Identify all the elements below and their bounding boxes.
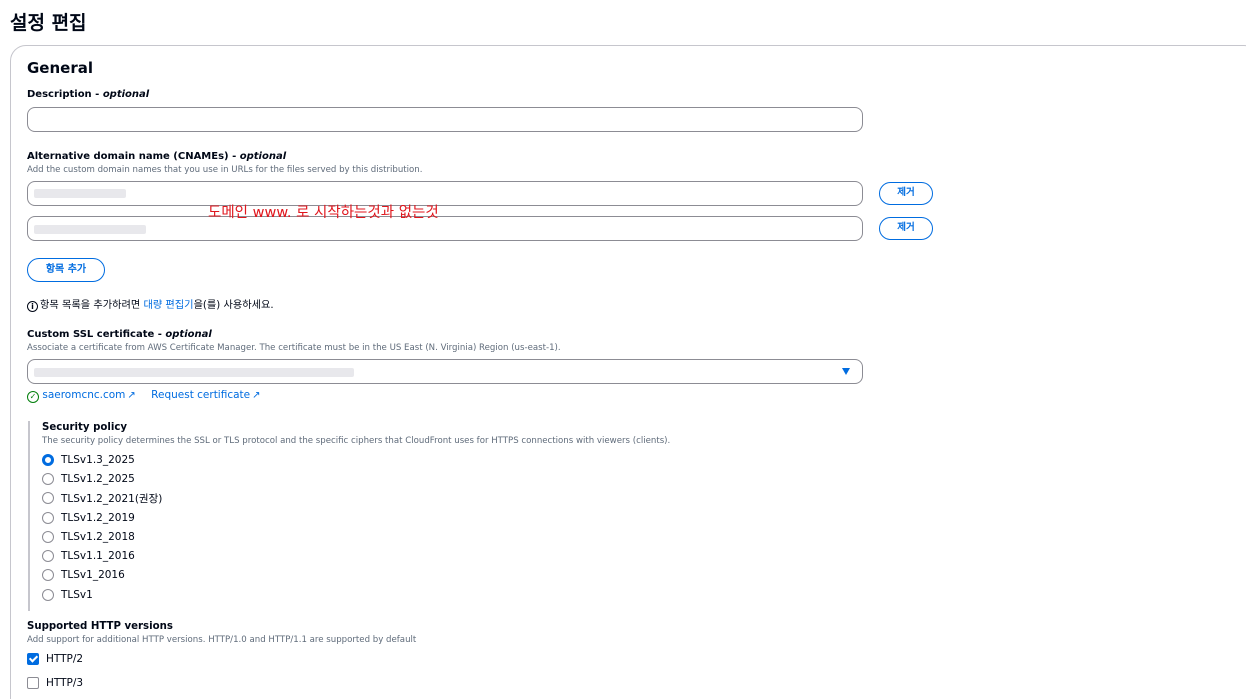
bulk-editor-link[interactable]: 대량 편집기 [143,300,193,311]
checkbox[interactable] [27,677,39,689]
policy-option[interactable]: TLSv1 [42,587,93,603]
external-link-icon: ↗ [252,390,261,401]
policy-option[interactable]: TLSv1_2016 [42,567,125,583]
policy-option[interactable]: TLSv1.2_2025 [42,471,135,487]
certificate-links: ✓ saeromcnc.com ↗ Request certificate ↗ [27,389,261,403]
check-circle-icon: ✓ [27,391,39,403]
description-label: Description - optional [27,89,150,100]
redacted-value [34,189,126,198]
red-annotation: 도메인 www. 로 시작하는것과 없는것 [208,205,439,221]
radio[interactable] [42,589,54,601]
ssl-certificate-select[interactable] [27,359,863,384]
domain-link[interactable]: saeromcnc.com [42,389,125,401]
cname-description: Add the custom domain names that you use… [27,165,423,175]
policy-group-bar [28,421,30,611]
policy-option[interactable]: TLSv1.1_2016 [42,548,135,564]
security-policy-title: Security policy [42,422,128,433]
cname-label: Alternative domain name (CNAMEs) - optio… [27,151,287,162]
radio[interactable] [42,569,54,581]
add-item-button[interactable]: 항목 추가 [27,258,105,282]
radio[interactable] [42,492,54,504]
policy-option[interactable]: TLSv1.3_2025 [42,452,135,468]
redacted-value [34,368,354,377]
radio-selected[interactable] [42,454,54,466]
radio[interactable] [42,473,54,485]
http3-option[interactable]: HTTP/3 [27,675,83,691]
policy-option[interactable]: TLSv1.2_2018 [42,529,135,545]
cname-input-2[interactable] [27,216,863,241]
bulk-edit-info: i 항목 목록을 추가하려면 대량 편집기을(를) 사용하세요. [27,296,274,312]
http-versions-description: Add support for additional HTTP versions… [27,635,417,645]
request-certificate-link[interactable]: Request certificate [151,389,250,401]
caret-down-icon [842,368,850,375]
checkbox-checked[interactable] [27,653,39,665]
radio[interactable] [42,550,54,562]
http2-option[interactable]: HTTP/2 [27,651,83,667]
remove-cname-2-button[interactable]: 제거 [879,217,933,240]
page-title: 설정 편집 [10,12,87,34]
radio[interactable] [42,512,54,524]
description-input[interactable] [27,107,863,132]
security-policy-description: The security policy determines the SSL o… [42,436,671,446]
remove-cname-1-button[interactable]: 제거 [879,182,933,205]
cname-input-1[interactable] [27,181,863,206]
info-icon: i [27,301,38,312]
external-link-icon: ↗ [127,390,136,401]
ssl-description: Associate a certificate from AWS Certifi… [27,343,561,353]
radio[interactable] [42,531,54,543]
http-versions-title: Supported HTTP versions [27,621,173,632]
policy-option[interactable]: TLSv1.2_2021(권장) [42,490,162,506]
redacted-value [34,225,146,234]
section-title: General [27,59,93,77]
policy-option[interactable]: TLSv1.2_2019 [42,510,135,526]
ssl-label: Custom SSL certificate - optional [27,329,212,340]
